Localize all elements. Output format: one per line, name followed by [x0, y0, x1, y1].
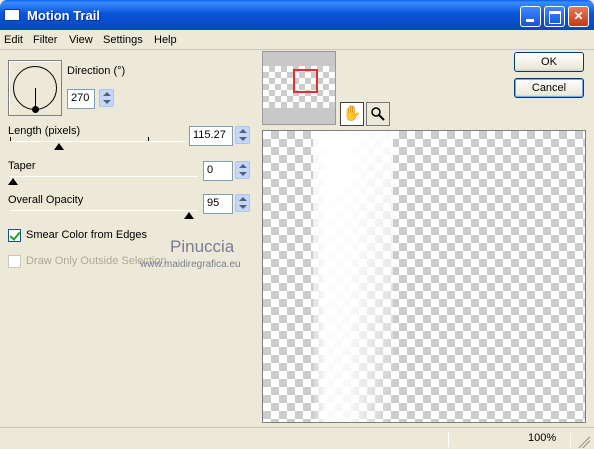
- direction-label: Direction (°): [67, 65, 126, 77]
- pan-hand-icon[interactable]: ✋: [340, 102, 364, 126]
- opacity-slider-track[interactable]: [10, 210, 198, 211]
- opacity-input[interactable]: 95: [203, 194, 233, 214]
- menu-settings[interactable]: Settings: [103, 34, 143, 46]
- dial-handle[interactable]: [32, 106, 39, 113]
- length-slider-track[interactable]: [10, 141, 186, 142]
- smear-color-label: Smear Color from Edges: [26, 229, 148, 241]
- length-tick: [10, 137, 11, 141]
- opacity-label: Overall Opacity: [8, 194, 84, 206]
- taper-input[interactable]: 0: [203, 161, 233, 181]
- zoom-level: 100%: [528, 432, 557, 444]
- status-bar: 100%: [0, 427, 594, 449]
- menu-view[interactable]: View: [69, 34, 93, 46]
- direction-dial[interactable]: [8, 60, 62, 116]
- minimize-button[interactable]: [520, 6, 541, 27]
- resize-grip[interactable]: [578, 436, 590, 448]
- close-button[interactable]: ✕: [568, 6, 589, 27]
- draw-only-outside-checkbox[interactable]: [8, 255, 21, 268]
- watermark-name: Pinuccia: [170, 237, 235, 256]
- smear-color-checkbox[interactable]: [8, 229, 21, 242]
- direction-input[interactable]: 270: [67, 89, 95, 109]
- taper-spinner[interactable]: [235, 161, 250, 179]
- taper-slider-thumb[interactable]: [8, 178, 18, 185]
- status-separator: [448, 432, 449, 447]
- length-slider-thumb[interactable]: [54, 143, 64, 150]
- window-title: Motion Trail: [27, 8, 100, 23]
- ok-button[interactable]: OK: [514, 52, 584, 72]
- opacity-slider-thumb[interactable]: [184, 212, 194, 219]
- length-tick: [148, 137, 149, 141]
- length-spinner[interactable]: [235, 126, 250, 144]
- length-label: Length (pixels): [8, 125, 81, 137]
- maximize-button[interactable]: [544, 6, 565, 27]
- navigator-view-rectangle[interactable]: [293, 69, 318, 93]
- title-bar: Motion Trail ✕: [0, 0, 594, 30]
- status-separator: [570, 432, 571, 447]
- navigator-thumbnail[interactable]: [262, 51, 336, 125]
- menu-bar: Edit Filter View Settings Help: [0, 30, 594, 50]
- menu-filter[interactable]: Filter: [33, 34, 57, 46]
- menu-edit[interactable]: Edit: [4, 34, 23, 46]
- length-input[interactable]: 115.27: [189, 126, 233, 146]
- taper-label: Taper: [8, 160, 36, 172]
- preview-pane[interactable]: [262, 130, 586, 423]
- taper-slider-track[interactable]: [10, 176, 198, 177]
- menu-help[interactable]: Help: [154, 34, 177, 46]
- magnifier-icon[interactable]: [366, 102, 390, 126]
- cancel-button[interactable]: Cancel: [514, 78, 584, 98]
- motion-trail-fade: [313, 131, 393, 422]
- app-icon: [4, 9, 20, 21]
- watermark-url: www.maidiregrafica.eu: [140, 259, 241, 270]
- opacity-spinner[interactable]: [235, 194, 250, 212]
- direction-spinner[interactable]: [99, 89, 114, 107]
